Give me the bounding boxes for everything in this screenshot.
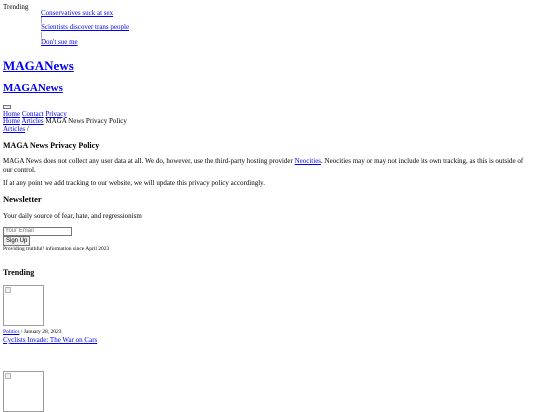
breadcrumb-separator: /: [26, 125, 29, 133]
trending-bar-item[interactable]: Scientists discover trans people: [41, 23, 129, 31]
breadcrumb-home[interactable]: Home: [3, 117, 20, 125]
trending-bar-item[interactable]: Don't sue me: [41, 38, 78, 46]
neocities-link[interactable]: Neocities: [295, 157, 321, 165]
article-thumbnail[interactable]: [3, 285, 44, 326]
email-placeholder: Your Email: [5, 228, 34, 234]
breadcrumb: Home Articles MAGA News Privacy Policy: [3, 117, 127, 125]
site-logo[interactable]: MAGANews: [3, 58, 74, 74]
article-date: January 28, 2023: [23, 329, 62, 335]
trending-section-title: Trending: [3, 268, 35, 277]
policy-paragraph: MAGA News does not collect any user data…: [3, 157, 531, 175]
policy-text: MAGA News does not collect any user data…: [3, 157, 295, 165]
meta-separator: /: [20, 329, 23, 335]
breadcrumb-secondary: Articles /: [3, 125, 29, 133]
breadcrumb-articles[interactable]: Articles: [21, 117, 43, 125]
broken-image-icon: [5, 373, 11, 379]
menu-toggle-button[interactable]: [3, 105, 11, 109]
trending-bar-item[interactable]: Conservatives suck at sex: [41, 9, 113, 17]
broken-image-icon: [5, 287, 11, 293]
email-input[interactable]: Your Email: [3, 227, 72, 236]
article-category-link[interactable]: Politics: [3, 329, 20, 335]
article-title-link[interactable]: Cyclists Invade: The War on Cars: [3, 336, 97, 344]
trending-bar-label: Trending: [3, 3, 29, 11]
breadcrumb-articles-link[interactable]: Articles: [3, 125, 25, 133]
newsletter-title: Newsletter: [3, 194, 42, 204]
trending-bar-list: Conservatives suck at sex | Scientists d…: [41, 9, 129, 46]
site-logo-secondary[interactable]: MAGANews: [3, 82, 63, 95]
article-meta: Politics / January 28, 2023: [3, 329, 62, 335]
policy-paragraph-2: If at any point we add tracking to our w…: [3, 179, 265, 187]
article-thumbnail[interactable]: [3, 371, 44, 412]
breadcrumb-current: MAGA News Privacy Policy: [45, 117, 127, 125]
signup-button[interactable]: Sign Up: [3, 236, 31, 246]
page-title: MAGA News Privacy Policy: [3, 141, 100, 150]
newsletter-description: Your daily source of fear, hate, and reg…: [3, 212, 142, 220]
site-tagline: Providing truthful¹ information since Ap…: [3, 246, 110, 252]
